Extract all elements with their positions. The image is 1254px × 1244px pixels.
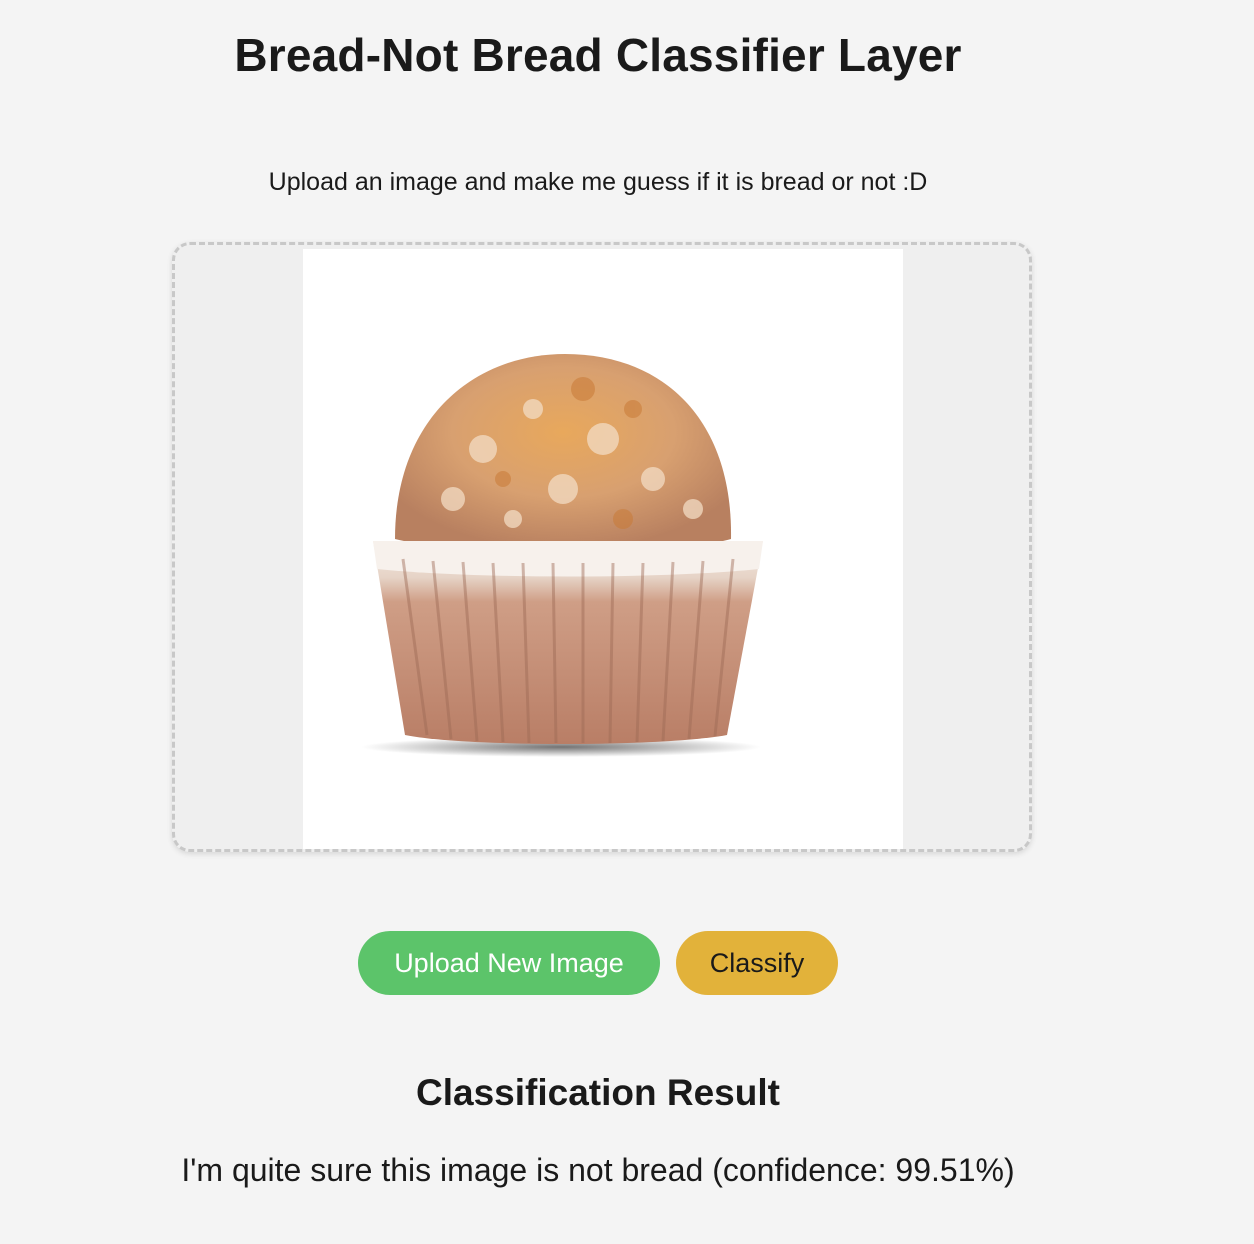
page: Bread-Not Bread Classifier Layer Upload … <box>0 0 1254 1244</box>
action-buttons: Upload New Image Classify <box>0 931 1196 995</box>
result-heading: Classification Result <box>416 1072 780 1113</box>
result-message: I'm quite sure this image is not bread (… <box>181 1152 1015 1188</box>
image-preview <box>303 249 903 849</box>
upload-new-image-button[interactable]: Upload New Image <box>358 931 660 995</box>
page-subtitle: Upload an image and make me guess if it … <box>268 168 928 196</box>
classify-button[interactable]: Classify <box>676 931 838 995</box>
page-title: Bread-Not Bread Classifier Layer <box>234 29 962 81</box>
image-dropzone[interactable] <box>172 242 1032 852</box>
muffin-image <box>361 354 763 757</box>
